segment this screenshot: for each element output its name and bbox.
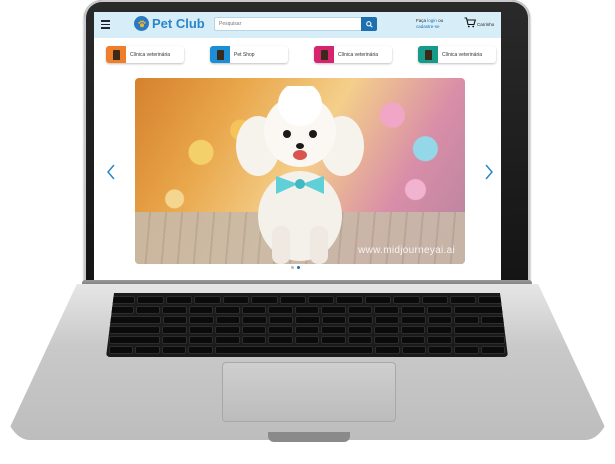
cart-icon [464, 17, 476, 28]
site-header: Pet Club Faça login ou cadastre-se [94, 12, 501, 38]
image-watermark: www.midjourneyai.ai [358, 245, 455, 256]
carousel-prev-arrow-icon[interactable] [106, 164, 116, 180]
search-icon [365, 20, 373, 28]
laptop-foot [268, 432, 350, 442]
service-label: Clínica veterinária [338, 51, 379, 58]
service-card-vet[interactable]: Clínica veterinária [314, 46, 392, 63]
brand-name: Pet Club [152, 16, 205, 31]
shop-icon [210, 46, 230, 63]
carousel-slide[interactable]: www.midjourneyai.ai [135, 78, 465, 264]
service-cards: Clínica veterinária Pet Shop Clínica vet… [106, 46, 496, 64]
vet-icon [314, 46, 334, 63]
carousel-indicators [291, 266, 300, 269]
cart-label: Carrinho [477, 22, 495, 27]
poodle-dog-image [236, 86, 364, 264]
laptop-keyboard [106, 293, 508, 357]
service-card-vet[interactable]: Clínica veterinária [106, 46, 184, 63]
carousel-next-arrow-icon[interactable] [484, 164, 494, 180]
trackpad [222, 362, 396, 422]
brand-logo[interactable]: Pet Club [134, 16, 205, 31]
search-bar [214, 17, 377, 31]
login-link[interactable]: login [427, 18, 437, 23]
login-text: Faça [416, 18, 427, 23]
login-or: ou [438, 18, 444, 23]
login-prompt: Faça login ou cadastre-se [416, 18, 443, 30]
vet-icon [418, 46, 438, 63]
service-label: Clínica veterinária [130, 51, 171, 58]
paw-icon [134, 16, 149, 31]
cart-button[interactable]: Carrinho [464, 17, 494, 28]
search-button[interactable] [361, 17, 377, 31]
service-label: Clínica veterinária [442, 51, 483, 58]
service-card-vet[interactable]: Clínica veterinária [418, 46, 496, 63]
laptop-screen: Pet Club Faça login ou cadastre-se [94, 12, 501, 280]
search-input[interactable] [214, 17, 361, 31]
service-label: Pet Shop [234, 51, 255, 58]
signup-link[interactable]: cadastre-se [416, 24, 443, 30]
hamburger-menu-icon[interactable] [101, 20, 110, 29]
carousel-dot-active[interactable] [297, 266, 300, 269]
vet-icon [106, 46, 126, 63]
carousel-dot[interactable] [291, 266, 294, 269]
service-card-petshop[interactable]: Pet Shop [210, 46, 288, 63]
